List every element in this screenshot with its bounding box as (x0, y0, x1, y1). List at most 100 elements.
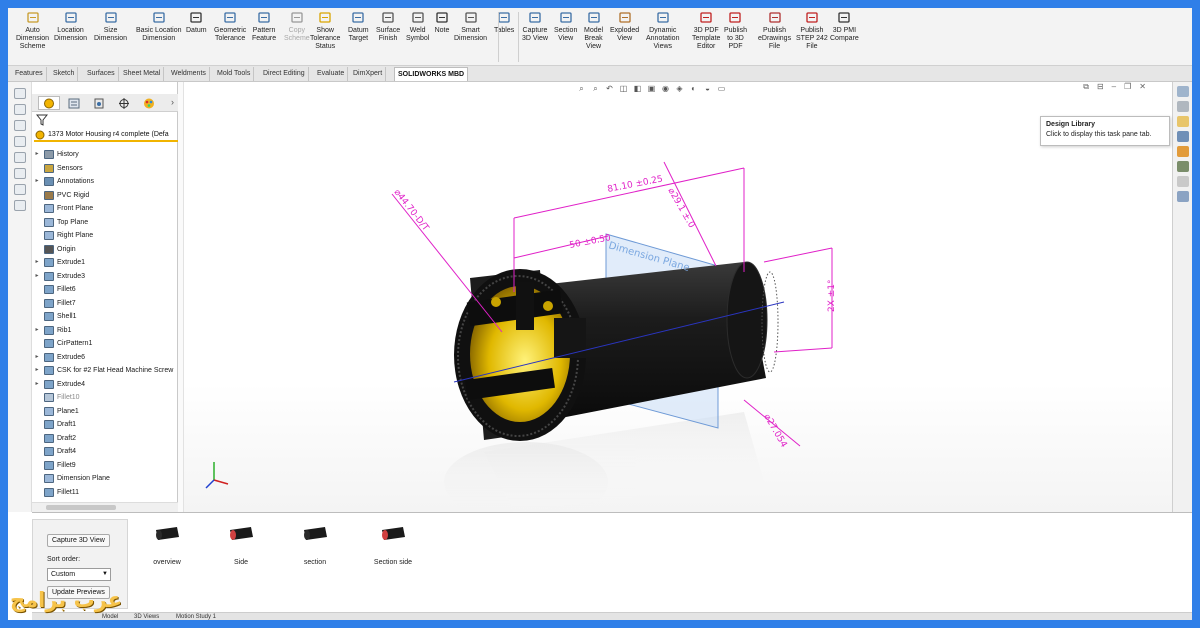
expand-arrow-icon[interactable]: ▸ (32, 378, 42, 391)
custom-properties-icon[interactable] (1177, 161, 1189, 172)
dimension-diameter-front[interactable]: ⌀44.70-D/T (392, 188, 431, 234)
pattern-icon[interactable] (14, 184, 26, 195)
weld-symbol-button[interactable]: Weld Symbol (406, 10, 429, 43)
chevron-right-icon[interactable]: › (171, 97, 174, 107)
layer-icon[interactable] (14, 168, 26, 179)
tab-weldments[interactable]: Weldments (168, 67, 210, 81)
dynamic-annotation-views-button[interactable]: Dynamic Annotation Views (646, 10, 679, 51)
sort-order-select[interactable]: Custom ▼ (47, 568, 111, 581)
model-break-view-button[interactable]: Model Break View (584, 10, 603, 51)
tree-item[interactable]: Plane1 (32, 405, 178, 418)
capture-3d-view-button[interactable]: Capture 3D View (47, 534, 110, 547)
smart-dimension-button[interactable]: Smart Dimension (454, 10, 487, 43)
filter-icon[interactable] (36, 114, 48, 126)
tab-solidworks-mbd[interactable]: SOLIDWORKS MBD (394, 67, 469, 81)
tree-item[interactable]: CirPattern1 (32, 337, 178, 350)
tab-direct-editing[interactable]: Direct Editing (260, 67, 309, 81)
publish-edrawings-button[interactable]: Publish eDrawings File (758, 10, 791, 51)
feature-tree-tab[interactable] (38, 96, 60, 110)
tab-evaluate[interactable]: Evaluate (314, 67, 349, 81)
design-library-icon[interactable] (1177, 101, 1189, 112)
solidworks-resources-icon[interactable] (1177, 86, 1189, 97)
tree-item[interactable]: Fillet6 (32, 283, 178, 296)
tolerance-status-button[interactable]: Show Tolerance Status (310, 10, 340, 51)
pattern-feature-button[interactable]: Pattern Feature (252, 10, 276, 43)
tree-item[interactable]: ▸ Extrude3 (32, 270, 178, 283)
publish-step-button[interactable]: Publish STEP 242 File (796, 10, 828, 51)
dimension-angle[interactable]: 2X ±1° (827, 279, 837, 312)
motor-housing-model[interactable] (454, 261, 779, 441)
bottom-tab-motion-study-1[interactable]: Motion Study 1 (172, 613, 220, 620)
dimension-diameter-bottom[interactable]: ⌀27.054 (761, 413, 788, 450)
graphics-viewport[interactable]: ⌕ ⌕ ↶ ◫ ◧ ▣ ◉ ◈ ◐ ◒ ▭ ⧉ ⊟ – ❐ ✕ 81.10 ±0… (184, 82, 1172, 512)
tab-sheet-metal[interactable]: Sheet Metal (120, 67, 165, 81)
publish-3d-pdf-button[interactable]: Publish to 3D PDF (724, 10, 747, 51)
geometric-tolerance-button[interactable]: Geometric Tolerance (214, 10, 246, 43)
auto-dimension-button[interactable]: Auto Dimension Scheme (16, 10, 49, 51)
dimxpert-tab[interactable] (113, 96, 135, 110)
tree-item[interactable]: ▸ Rib1 (32, 324, 178, 337)
tab-sketch[interactable]: Sketch (50, 67, 79, 81)
tree-item[interactable]: ▸ Extrude4 (32, 378, 178, 391)
expand-arrow-icon[interactable]: ▸ (32, 148, 42, 161)
exploded-view-button[interactable]: Exploded View (610, 10, 639, 43)
expand-arrow-icon[interactable]: ▸ (32, 175, 42, 188)
tree-item[interactable]: ▸ CSK for #2 Flat Head Machine Screw (32, 364, 178, 377)
copy-scheme-button[interactable]: Copy Scheme (284, 10, 310, 43)
sheet-icon[interactable] (14, 88, 26, 99)
3d-view-item[interactable]: overview (132, 525, 202, 575)
note-button[interactable]: Note (434, 10, 450, 35)
display-manager-tab[interactable] (138, 96, 160, 110)
tree-item[interactable]: Draft2 (32, 432, 178, 445)
3d-view-item[interactable]: Section side (358, 525, 428, 575)
property-manager-tab[interactable] (63, 96, 85, 110)
view-palette-icon[interactable] (1177, 131, 1189, 142)
expand-arrow-icon[interactable]: ▸ (32, 256, 42, 269)
view-icon[interactable] (14, 136, 26, 147)
tab-mold-tools[interactable]: Mold Tools (214, 67, 255, 81)
tree-item[interactable]: Top Plane (32, 216, 178, 229)
datum-button[interactable]: Datum (186, 10, 207, 35)
expand-arrow-icon[interactable]: ▸ (32, 324, 42, 337)
tab-features[interactable]: Features (12, 67, 47, 81)
location-dimension-button[interactable]: Location Dimension (54, 10, 87, 43)
pdf-template-editor-button[interactable]: 3D PDF Template Editor (692, 10, 720, 51)
tree-item[interactable]: Dimension Plane (32, 472, 178, 485)
file-explorer-icon[interactable] (1177, 116, 1189, 127)
bottom-tab-3d-views[interactable]: 3D Views (130, 613, 163, 620)
bottom-tab-model[interactable]: Model (98, 613, 122, 620)
tab-surfaces[interactable]: Surfaces (84, 67, 119, 81)
tree-root-part[interactable]: 1373 Motor Housing r4 complete (Defa (34, 129, 178, 142)
pmi-compare-button[interactable]: 3D PMI Compare (830, 10, 859, 43)
tree-item[interactable]: Sensors (32, 162, 178, 175)
tree-item[interactable]: PVC Rigid (32, 189, 178, 202)
basic-location-dimension-button[interactable]: Basic Location Dimension (136, 10, 182, 43)
tree-item[interactable]: Shell1 (32, 310, 178, 323)
dimension-diameter-top[interactable]: ⌀29.1 ±.0 (665, 187, 696, 231)
tree-item[interactable]: Origin (32, 243, 178, 256)
section-view-button[interactable]: Section View (554, 10, 577, 43)
tree-item[interactable]: ▸ Annotations (32, 175, 178, 188)
datum-target-button[interactable]: Datum Target (348, 10, 369, 43)
tab-dimxpert[interactable]: DimXpert (350, 67, 387, 81)
3d-views-icon[interactable] (1177, 191, 1189, 202)
size-dimension-button[interactable]: Size Dimension (94, 10, 127, 43)
3d-view-item[interactable]: section (280, 525, 350, 575)
capture-3d-view-button[interactable]: Capture 3D View (522, 10, 548, 43)
feature-tree-scrollbar[interactable] (32, 502, 178, 512)
tree-item[interactable]: Draft4 (32, 445, 178, 458)
tree-item[interactable]: Right Plane (32, 229, 178, 242)
settings-icon[interactable] (14, 200, 26, 211)
forum-icon[interactable] (1177, 176, 1189, 187)
dimension-offset[interactable]: 50 ±0.50 (569, 233, 612, 251)
expand-arrow-icon[interactable]: ▸ (32, 270, 42, 283)
tree-item[interactable]: Draft1 (32, 418, 178, 431)
tool-icon[interactable] (14, 104, 26, 115)
3d-view-item[interactable]: Side (206, 525, 276, 575)
scrollbar-thumb[interactable] (46, 505, 116, 510)
configuration-tab[interactable] (88, 96, 110, 110)
tree-item[interactable]: Fillet11 (32, 486, 178, 499)
appearances-icon[interactable] (1177, 146, 1189, 157)
tree-item[interactable]: Fillet9 (32, 459, 178, 472)
tree-item[interactable]: ▸ Extrude6 (32, 351, 178, 364)
